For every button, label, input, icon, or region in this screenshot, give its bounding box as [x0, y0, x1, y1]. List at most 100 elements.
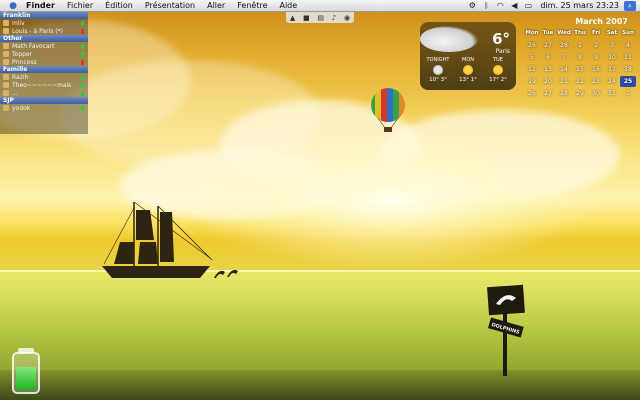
buddy-row[interactable]: yodok — [0, 104, 88, 112]
calendar-day[interactable]: 28 — [556, 40, 572, 51]
calendar-day[interactable]: 25 — [620, 76, 636, 87]
calendar-day[interactable]: 5 — [524, 52, 540, 63]
status-indicator — [81, 59, 84, 65]
calendar-day[interactable]: 1 — [620, 88, 636, 99]
calendar-day[interactable]: 19 — [524, 76, 540, 87]
buddy-group-header[interactable]: Other — [0, 35, 88, 42]
weather-temperature: 6° — [492, 30, 510, 48]
bluetooth-icon[interactable]: ᛒ — [479, 1, 493, 10]
forecast-temps: 13° 1° — [459, 77, 477, 83]
calendar-day[interactable]: 23 — [588, 76, 604, 87]
calendar-weekday: Mon — [525, 30, 539, 36]
menu-fenetre[interactable]: Fenêtre — [231, 1, 273, 10]
calendar-day[interactable]: 12 — [524, 64, 540, 75]
calendar-day[interactable]: 14 — [556, 64, 572, 75]
calendar-day[interactable]: 28 — [556, 88, 572, 99]
calendar-weekday: Sun — [622, 30, 634, 36]
calendar-day[interactable]: 8 — [572, 52, 588, 63]
buddy-name: mliv — [12, 19, 25, 27]
buddy-name: Math Favocart — [12, 42, 55, 50]
buddy-name: Louis - à Paris (*) — [12, 27, 63, 35]
calendar-widget[interactable]: March 2007 Mon Tue Wed Thu Fri Sat Sun 26 27 28 1 2… — [524, 17, 636, 105]
menu-presentation[interactable]: Présentation — [139, 1, 201, 10]
calendar-day[interactable]: 20 — [540, 76, 556, 87]
calendar-day[interactable]: 27 — [540, 40, 556, 51]
volume-icon[interactable]: ◀ — [507, 1, 521, 10]
menubar-clock[interactable]: dim. 25 mars 23:23 — [535, 1, 624, 10]
guitar-icon[interactable]: ♪ — [332, 14, 336, 22]
avatar — [3, 82, 9, 88]
calendar-day[interactable]: 2 — [588, 40, 604, 51]
menu-edition[interactable]: Édition — [99, 1, 139, 10]
battery-icon[interactable]: ▭ — [521, 1, 535, 10]
menu-aller[interactable]: Aller — [201, 1, 231, 10]
calendar-day[interactable]: 22 — [572, 76, 588, 87]
dolphin-sign: DOLPHINS — [487, 284, 525, 376]
spotlight-search-icon[interactable]: ⌕ — [624, 0, 636, 11]
calendar-day[interactable]: 15 — [572, 64, 588, 75]
weather-widget[interactable]: 6° Paris TONIGHT 10° 3° MON 13° 1° TUE 1… — [420, 22, 516, 90]
avatar — [3, 43, 9, 49]
avatar — [3, 20, 9, 26]
calendar-day[interactable]: 21 — [556, 76, 572, 87]
finder-icon[interactable]: ■ — [303, 14, 310, 22]
calendar-day[interactable]: 13 — [540, 64, 556, 75]
status-indicator — [81, 51, 84, 57]
sun-glow — [180, 130, 600, 270]
status-indicator — [81, 20, 84, 26]
calendar-day[interactable]: 3 — [604, 40, 620, 51]
calendar-day[interactable]: 9 — [588, 52, 604, 63]
forecast-day: TONIGHT 10° 3° — [424, 57, 452, 83]
buddy-row[interactable]: Princess — [0, 58, 88, 66]
gear-icon[interactable]: ⚙ — [465, 1, 479, 10]
avatar — [3, 51, 9, 57]
calendar-day[interactable]: 27 — [540, 88, 556, 99]
calendar-day[interactable]: 26 — [524, 40, 540, 51]
calendar-day[interactable]: 7 — [556, 52, 572, 63]
status-indicator — [81, 43, 84, 49]
apple-icon[interactable]: ● — [6, 1, 20, 11]
calendar-day[interactable]: 4 — [620, 40, 636, 51]
wifi-icon[interactable]: ◠ — [493, 1, 507, 10]
disk-icon[interactable]: ◉ — [344, 14, 350, 22]
menubar: ● Finder Fichier Édition Présentation Al… — [0, 0, 640, 12]
calendar-day[interactable]: 6 — [540, 52, 556, 63]
avatar — [3, 74, 9, 80]
hot-air-balloon — [371, 88, 405, 132]
buddy-group-header[interactable]: Famille — [0, 66, 88, 73]
calendar-day[interactable]: 18 — [620, 64, 636, 75]
calendar-day[interactable]: 29 — [572, 88, 588, 99]
buddy-row[interactable]: Topper — [0, 50, 88, 58]
calendar-day[interactable]: 11 — [620, 52, 636, 63]
calendar-day[interactable]: 30 — [588, 88, 604, 99]
calendar-day[interactable]: 1 — [572, 40, 588, 51]
buddy-row[interactable]: ... — [0, 89, 88, 97]
forecast-label: MON — [462, 57, 474, 63]
user-icon[interactable]: ▲ — [290, 14, 295, 22]
document-icon[interactable]: ▤ — [317, 14, 324, 22]
forecast-label: TUE — [493, 57, 503, 63]
menu-aide[interactable]: Aide — [273, 1, 303, 10]
calendar-day[interactable]: 10 — [604, 52, 620, 63]
menu-fichier[interactable]: Fichier — [61, 1, 99, 10]
battery-widget[interactable] — [12, 352, 40, 394]
calendar-day[interactable]: 16 — [588, 64, 604, 75]
buddy-row[interactable]: mliv — [0, 19, 88, 27]
buddy-group-header[interactable]: SJP — [0, 97, 88, 104]
beach — [0, 370, 640, 400]
calendar-day[interactable]: 26 — [524, 88, 540, 99]
buddy-row[interactable]: Razih — [0, 73, 88, 81]
buddy-row[interactable]: Math Favocart — [0, 42, 88, 50]
buddy-row[interactable]: Theo~~~~~~mais — [0, 81, 88, 89]
buddy-name: yodok — [12, 104, 31, 112]
status-indicator — [81, 82, 84, 88]
buddy-row[interactable]: Louis - à Paris (*) — [0, 27, 88, 35]
forecast-day: MON 13° 1° — [454, 57, 482, 83]
buddy-group-header[interactable]: Franklin — [0, 12, 88, 19]
calendar-day[interactable]: 17 — [604, 64, 620, 75]
menu-finder[interactable]: Finder — [20, 1, 61, 10]
calendar-day[interactable]: 31 — [604, 88, 620, 99]
forecast-label: TONIGHT — [426, 57, 450, 63]
menubar-status-area: ⚙ ᛒ ◠ ◀ ▭ dim. 25 mars 23:23 ⌕ — [465, 0, 640, 11]
calendar-day[interactable]: 24 — [604, 76, 620, 87]
